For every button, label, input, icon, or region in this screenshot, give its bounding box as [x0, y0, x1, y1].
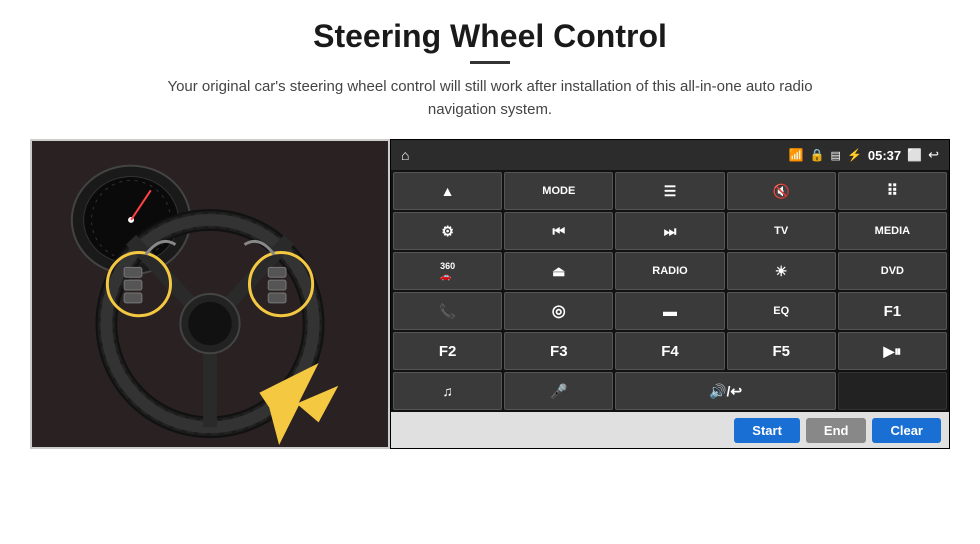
- screen-button[interactable]: ▬: [615, 292, 724, 330]
- next-button[interactable]: ⏭: [615, 212, 724, 250]
- page-title: Steering Wheel Control: [313, 18, 667, 55]
- prev-button[interactable]: ⏮: [504, 212, 613, 250]
- phone-button[interactable]: 📞: [393, 292, 502, 330]
- eject-button[interactable]: ⏏: [504, 252, 613, 290]
- wifi-icon: 📶: [789, 148, 804, 162]
- f1-button[interactable]: F1: [838, 292, 947, 330]
- lock-icon: 🔒: [810, 148, 825, 162]
- page-subtitle: Your original car's steering wheel contr…: [140, 76, 840, 121]
- home-icon[interactable]: ⌂: [401, 147, 409, 163]
- settings-button[interactable]: ⚙: [393, 212, 502, 250]
- f5-button[interactable]: F5: [727, 332, 836, 370]
- cam-360-button[interactable]: 360🚗: [393, 252, 502, 290]
- menu-button[interactable]: ☰: [615, 172, 724, 210]
- clear-button[interactable]: Clear: [872, 418, 941, 443]
- vol-back-button[interactable]: 🔊/↩: [615, 372, 835, 410]
- brightness-button[interactable]: ☀: [727, 252, 836, 290]
- control-panel: ⌂ 📶 🔒 ▤ ⚡ 05:37 ⬜ ↩ ▲ MODE ☰ 🔇: [390, 139, 950, 449]
- mode-button[interactable]: MODE: [504, 172, 613, 210]
- bluetooth-icon: ⚡: [847, 148, 862, 162]
- apps-button[interactable]: ⠿: [838, 172, 947, 210]
- tv-button[interactable]: TV: [727, 212, 836, 250]
- back-icon[interactable]: ↩: [928, 147, 939, 163]
- playpause-button[interactable]: ▶⏸: [838, 332, 947, 370]
- cast-icon: ⬜: [907, 148, 922, 162]
- end-button[interactable]: End: [806, 418, 867, 443]
- sd-icon: ▤: [831, 149, 841, 162]
- dvd-button[interactable]: DVD: [838, 252, 947, 290]
- music-button[interactable]: ♫: [393, 372, 502, 410]
- media-button[interactable]: MEDIA: [838, 212, 947, 250]
- f3-button[interactable]: F3: [504, 332, 613, 370]
- content-area: ⌂ 📶 🔒 ▤ ⚡ 05:37 ⬜ ↩ ▲ MODE ☰ 🔇: [30, 139, 950, 449]
- mic-button[interactable]: 🎤: [504, 372, 613, 410]
- f2-button[interactable]: F2: [393, 332, 502, 370]
- title-divider: [470, 61, 510, 64]
- status-time: 05:37: [868, 148, 901, 163]
- status-right: 📶 🔒 ▤ ⚡ 05:37 ⬜ ↩: [789, 147, 939, 163]
- mute-button[interactable]: 🔇: [727, 172, 836, 210]
- action-bar: Start End Clear: [391, 412, 949, 448]
- radio-button[interactable]: RADIO: [615, 252, 724, 290]
- nav-arrow-button[interactable]: ▲: [393, 172, 502, 210]
- eq-button[interactable]: EQ: [727, 292, 836, 330]
- button-grid: ▲ MODE ☰ 🔇 ⠿ ⚙ ⏮ ⏭ TV MEDIA 360🚗 ⏏ RADIO…: [391, 170, 949, 412]
- empty-cell: [838, 372, 947, 410]
- status-left: ⌂: [401, 147, 409, 163]
- nav-button[interactable]: ◎: [504, 292, 613, 330]
- steering-wheel-image: [30, 139, 390, 449]
- start-button[interactable]: Start: [734, 418, 800, 443]
- f4-button[interactable]: F4: [615, 332, 724, 370]
- status-bar: ⌂ 📶 🔒 ▤ ⚡ 05:37 ⬜ ↩: [391, 140, 949, 170]
